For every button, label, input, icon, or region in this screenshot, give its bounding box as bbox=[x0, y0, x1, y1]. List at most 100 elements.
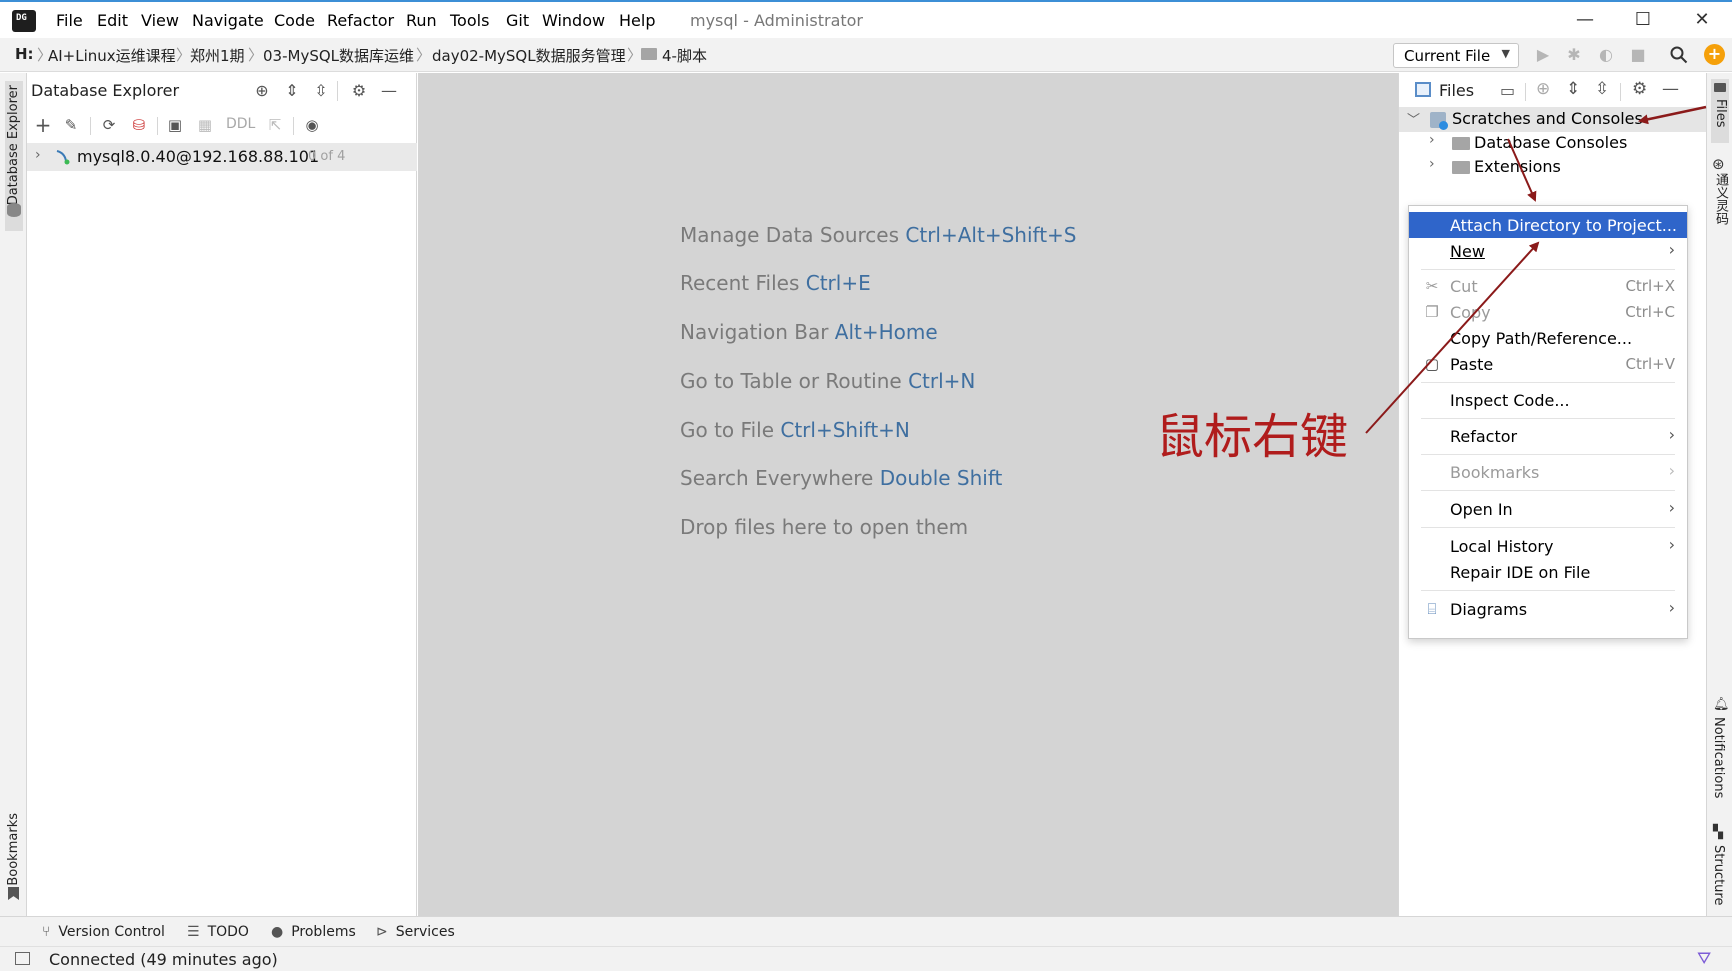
menu-view[interactable]: View bbox=[141, 11, 179, 30]
services-tab[interactable]: ⊳ Services bbox=[376, 924, 455, 940]
search-icon[interactable] bbox=[1670, 46, 1688, 64]
toolbar-divider bbox=[157, 117, 158, 135]
run-icon[interactable]: ▶ bbox=[1534, 46, 1552, 64]
gear-icon[interactable]: ⚙ bbox=[1632, 79, 1647, 99]
debug-icon[interactable]: ✱ bbox=[1565, 46, 1583, 64]
jump-icon[interactable]: ⇱ bbox=[265, 115, 285, 135]
eye-icon[interactable]: ◉ bbox=[302, 115, 322, 135]
menu-item-inspect-code[interactable]: Inspect Code... bbox=[1409, 387, 1687, 413]
version-control-tab[interactable]: ⑂ Version Control bbox=[42, 924, 165, 940]
hint-text: Search Everywhere bbox=[680, 466, 874, 490]
menu-item-new[interactable]: New › bbox=[1409, 238, 1687, 264]
tree-item-label: Database Consoles bbox=[1474, 133, 1628, 152]
refresh-icon[interactable]: ⟳ bbox=[99, 115, 119, 135]
gear-icon[interactable]: ⚙ bbox=[349, 81, 369, 101]
breadcrumb-separator-icon: 〉 bbox=[176, 46, 192, 64]
breadcrumb-item[interactable]: 03-MySQL数据库运维 bbox=[263, 45, 414, 66]
menu-item-local-history[interactable]: Local History › bbox=[1409, 533, 1687, 559]
folder-icon bbox=[641, 48, 657, 60]
maximize-button[interactable]: ☐ bbox=[1618, 6, 1668, 34]
menu-tools[interactable]: Tools bbox=[450, 11, 489, 30]
menu-item-bookmarks[interactable]: Bookmarks › bbox=[1409, 459, 1687, 485]
structure-stripe-button[interactable]: Structure bbox=[1711, 845, 1726, 905]
coverage-icon[interactable]: ◐ bbox=[1597, 46, 1615, 64]
menu-refactor[interactable]: Refactor bbox=[327, 11, 394, 30]
right-tool-stripe: Files ⊛ 通义灵码 🔔︎ Notifications ▚ Structur… bbox=[1706, 73, 1732, 916]
table-icon[interactable]: ▦ bbox=[195, 115, 215, 135]
tongyi-stripe-button[interactable]: 通义灵码 bbox=[1711, 173, 1730, 225]
copy-icon: ❐ bbox=[1425, 303, 1439, 321]
collapse-all-icon[interactable]: ⇳ bbox=[311, 81, 331, 101]
menu-run[interactable]: Run bbox=[406, 11, 437, 30]
toggle-tool-windows-icon[interactable] bbox=[15, 952, 30, 965]
tree-item-extensions[interactable]: › Extensions bbox=[1399, 155, 1707, 180]
panel-title[interactable]: Files bbox=[1439, 81, 1474, 100]
database-explorer-stripe-label: Database Explorer bbox=[6, 85, 21, 206]
ai-assistant-icon[interactable]: ⛛ bbox=[1697, 949, 1711, 969]
tree-item-database-consoles[interactable]: › Database Consoles bbox=[1399, 131, 1707, 156]
menu-help[interactable]: Help bbox=[619, 11, 655, 30]
stop-icon[interactable]: ■ bbox=[1629, 46, 1647, 64]
menu-item-copy[interactable]: ❐ Copy Ctrl+C bbox=[1409, 299, 1687, 325]
menu-file[interactable]: File bbox=[56, 11, 83, 30]
chevron-down-icon[interactable]: ﹀ bbox=[1407, 109, 1420, 128]
expand-all-icon[interactable]: ⇕ bbox=[282, 81, 302, 101]
problems-tab[interactable]: ● Problems bbox=[271, 924, 356, 940]
datasource-properties-icon[interactable]: ✎ bbox=[61, 115, 81, 135]
console-icon[interactable]: ▣ bbox=[165, 115, 185, 135]
menu-navigate[interactable]: Navigate bbox=[192, 11, 264, 30]
menu-item-diagrams[interactable]: ⌸ Diagrams › bbox=[1409, 596, 1687, 622]
collapse-all-icon[interactable]: ⇳ bbox=[1595, 79, 1609, 99]
locate-icon[interactable]: ⊕ bbox=[1536, 79, 1550, 99]
menu-item-label: New bbox=[1450, 242, 1485, 261]
menu-window[interactable]: Window bbox=[542, 11, 605, 30]
hint-text: Manage Data Sources bbox=[680, 223, 900, 247]
breadcrumb-item[interactable]: AI+Linux运维课程 bbox=[48, 45, 176, 66]
notifications-stripe-button[interactable]: Notifications bbox=[1711, 717, 1726, 798]
bookmarks-stripe-button[interactable]: Bookmarks bbox=[6, 813, 21, 886]
editor-empty-area[interactable]: Manage Data Sources Ctrl+Alt+Shift+S Rec… bbox=[418, 73, 1398, 916]
breadcrumb-item[interactable]: day02-MySQL数据服务管理 bbox=[432, 45, 626, 66]
menu-item-repair-ide[interactable]: Repair IDE on File bbox=[1409, 559, 1687, 585]
minimize-button[interactable]: — bbox=[1560, 6, 1610, 34]
menu-git[interactable]: Git bbox=[506, 11, 529, 30]
breadcrumb-item[interactable]: 4-脚本 bbox=[662, 45, 707, 66]
files-stripe-button[interactable]: Files bbox=[1711, 79, 1729, 143]
menu-edit[interactable]: Edit bbox=[97, 11, 128, 30]
update-icon[interactable]: + bbox=[1704, 44, 1725, 65]
chevron-right-icon[interactable]: › bbox=[1429, 132, 1435, 148]
hide-panel-icon[interactable]: — bbox=[379, 81, 399, 101]
menu-item-open-in[interactable]: Open In › bbox=[1409, 496, 1687, 522]
title-bar: DG File Edit View Navigate Code Refactor… bbox=[0, 0, 1732, 38]
locate-icon[interactable]: ⊕ bbox=[252, 81, 272, 101]
menu-item-refactor[interactable]: Refactor › bbox=[1409, 423, 1687, 449]
add-icon[interactable]: + bbox=[33, 115, 53, 135]
open-folder-icon[interactable]: ▭ bbox=[1500, 81, 1515, 100]
hint-go-to-file: Go to File Ctrl+Shift+N bbox=[680, 418, 910, 442]
menu-item-copy-path[interactable]: Copy Path/Reference... bbox=[1409, 325, 1687, 351]
hide-panel-icon[interactable]: — bbox=[1662, 79, 1679, 99]
bookmark-icon bbox=[8, 887, 19, 900]
close-button[interactable]: ✕ bbox=[1677, 6, 1727, 34]
expand-all-icon[interactable]: ⇕ bbox=[1566, 79, 1580, 99]
menu-item-paste[interactable]: ▢ Paste Ctrl+V bbox=[1409, 351, 1687, 377]
menu-code[interactable]: Code bbox=[274, 11, 315, 30]
run-configuration-select[interactable]: Current File ▼ bbox=[1393, 43, 1519, 68]
menu-item-attach-directory[interactable]: Attach Directory to Project... bbox=[1409, 212, 1687, 238]
chevron-right-icon[interactable]: › bbox=[35, 147, 41, 163]
ide-logo-icon: DG bbox=[9, 7, 39, 35]
tree-item-scratches[interactable]: ﹀ Scratches and Consoles bbox=[1399, 107, 1707, 132]
menu-item-cut[interactable]: ✂ Cut Ctrl+X bbox=[1409, 273, 1687, 299]
datasource-row[interactable]: › mysql8.0.40@192.168.88.101 0 of 4 bbox=[27, 143, 417, 171]
breadcrumb-drive[interactable]: H: bbox=[15, 45, 34, 63]
hint-shortcut: Ctrl+E bbox=[805, 271, 871, 295]
breadcrumb-item[interactable]: 郑州1期 bbox=[190, 45, 245, 66]
toolbar-divider bbox=[90, 117, 91, 135]
ddl-button[interactable]: DDL bbox=[226, 116, 255, 132]
hint-search-everywhere: Search Everywhere Double Shift bbox=[680, 466, 1002, 490]
tab-label: Version Control bbox=[58, 924, 165, 940]
todo-tab[interactable]: ☰ TODO bbox=[187, 924, 249, 940]
chevron-right-icon: › bbox=[1668, 535, 1675, 554]
chevron-right-icon[interactable]: › bbox=[1429, 156, 1435, 172]
disconnect-icon[interactable]: ⛁ bbox=[129, 115, 149, 135]
